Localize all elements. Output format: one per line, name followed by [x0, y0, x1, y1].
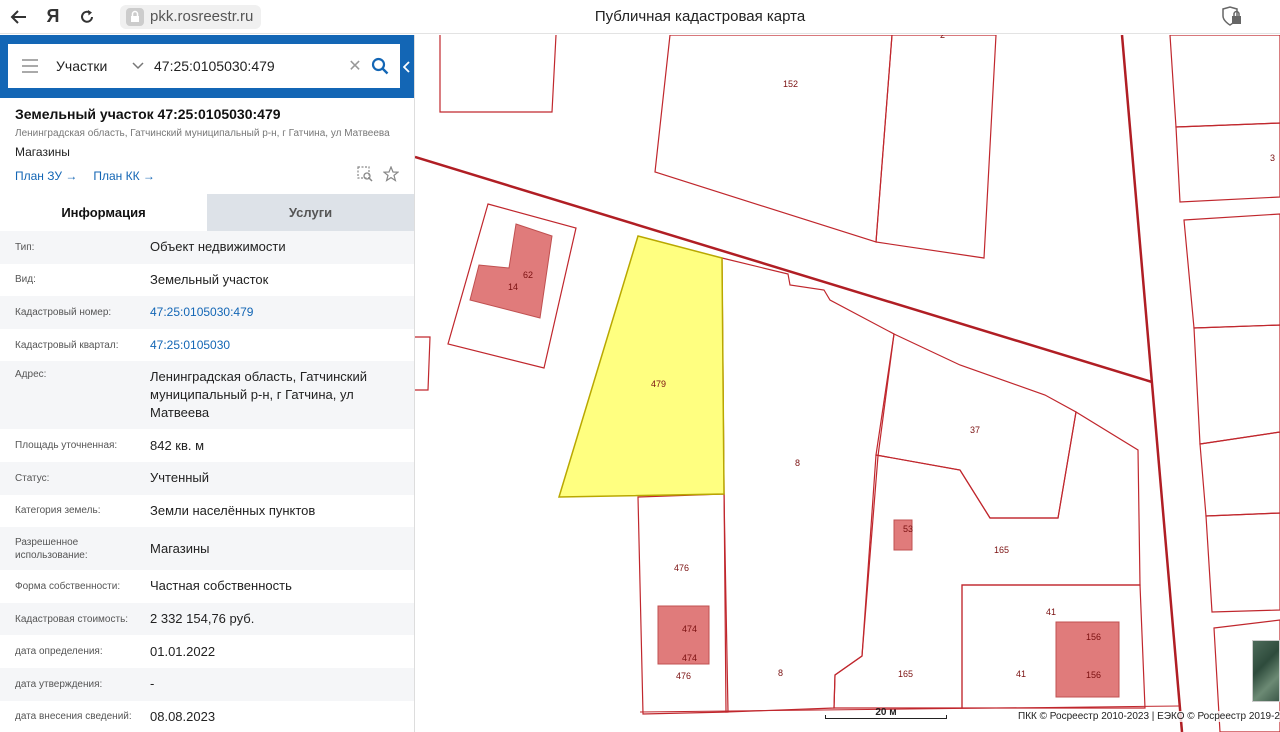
info-row: Вид: Земельный участок: [0, 264, 414, 297]
info-value: Земельный участок: [150, 271, 269, 287]
object-address: Ленинградская область, Гатчинский муници…: [15, 128, 390, 139]
back-arrow-icon[interactable]: [2, 0, 36, 34]
info-row: дата определения: 01.01.2022: [0, 635, 414, 668]
parcel-label: 62: [523, 270, 533, 280]
info-value: Учтенный: [150, 470, 210, 486]
menu-icon[interactable]: [22, 59, 38, 73]
info-key: Адрес:: [15, 369, 47, 381]
parcel-label: 2: [940, 35, 945, 40]
info-row: Тип: Объект недвижимости: [0, 231, 414, 264]
info-value: Частная собственность: [150, 578, 292, 594]
parcel-label: 156: [1086, 632, 1101, 642]
object-use: Магазины: [15, 145, 70, 159]
info-key: Статус:: [15, 472, 50, 484]
reload-icon[interactable]: [70, 0, 104, 34]
info-key: Тип:: [15, 241, 35, 253]
info-row: Кадастровая стоимость: 2 332 154,76 руб.: [0, 602, 414, 636]
info-key: Кадастровая стоимость:: [15, 613, 129, 625]
browser-toolbar: Я pkk.rosreestr.ru Публичная кадастровая…: [0, 0, 1280, 34]
panel-tabs: Информация Услуги: [0, 194, 414, 231]
info-value: Объект недвижимости: [150, 239, 286, 255]
object-title: Земельный участок 47:25:0105030:479: [15, 106, 281, 122]
clear-icon[interactable]: ✕: [344, 56, 366, 76]
collapse-panel-chevron-icon[interactable]: [400, 35, 414, 98]
info-value: 01.01.2022: [150, 643, 216, 659]
info-row: Кадастровый квартал: 47:25:0105030: [0, 329, 414, 362]
parcel-label: 3: [1270, 153, 1275, 163]
info-key: Вид:: [15, 274, 36, 286]
info-row: Кадастровый номер: 47:25:0105030:479: [0, 296, 414, 329]
search-type-select[interactable]: Участки: [56, 58, 132, 74]
satellite-layer-thumbnail[interactable]: [1252, 640, 1280, 702]
info-value: Магазины: [150, 540, 210, 556]
parcel-label: 152: [783, 79, 798, 89]
search-box: Участки ✕: [8, 44, 405, 88]
yandex-logo-icon[interactable]: Я: [36, 0, 70, 34]
info-key: Форма собственности:: [15, 580, 121, 592]
parcel-label: 476: [676, 671, 691, 681]
lock-icon: [126, 7, 144, 26]
parcel-label: 156: [1086, 670, 1101, 680]
info-table: Тип: Объект недвижимости Вид: Земельный уч…: [0, 231, 414, 732]
parcel-label: 8: [795, 458, 800, 468]
search-input[interactable]: [154, 58, 344, 74]
parcel-label: 165: [898, 669, 913, 679]
info-row: Категория земель: Земли населённых пункто…: [0, 495, 414, 528]
info-value: Земли населённых пунктов: [150, 502, 316, 518]
search-icon[interactable]: [366, 52, 394, 80]
building-62[interactable]: [469, 223, 553, 319]
info-key: Кадастровый номер:: [15, 306, 112, 318]
tab-information[interactable]: Информация: [0, 194, 207, 231]
object-header: Земельный участок 47:25:0105030:479 Лени…: [0, 98, 414, 185]
parcel-label: 41: [1046, 607, 1056, 617]
protect-shield-icon[interactable]: [1220, 6, 1244, 28]
url-text: pkk.rosreestr.ru: [150, 8, 254, 25]
parcel-label: 476: [674, 563, 689, 573]
zoom-to-object-icon[interactable]: [357, 165, 373, 187]
info-key: Категория земель:: [15, 505, 101, 517]
info-row: дата утверждения: -: [0, 667, 414, 701]
star-icon[interactable]: [382, 164, 400, 187]
parcel-label: 474: [682, 624, 697, 634]
cadastral-quarter-link[interactable]: 47:25:0105030: [150, 336, 399, 354]
info-value: 08.08.2023: [150, 708, 216, 724]
plan-kk-link[interactable]: План КК →: [93, 169, 155, 183]
scale-bar: [825, 715, 947, 719]
info-key: дата утверждения:: [15, 678, 103, 690]
parcel-label: 14: [508, 282, 518, 292]
parcel-label: 479: [651, 379, 666, 389]
info-row: Форма собственности: Частная собственност…: [0, 570, 414, 603]
address-bar[interactable]: pkk.rosreestr.ru: [120, 4, 262, 29]
info-key: Площадь уточненная:: [15, 440, 118, 452]
tab-services[interactable]: Услуги: [207, 194, 414, 231]
plan-zu-link[interactable]: План ЗУ →: [15, 169, 77, 183]
selected-parcel-479[interactable]: [557, 235, 725, 498]
info-value: 842 кв. м: [150, 437, 205, 453]
info-value: -: [150, 676, 155, 692]
info-row: Разрешенное использование: Магазины: [0, 527, 414, 571]
info-key: дата внесения сведений:: [15, 711, 132, 723]
info-key: Кадастровый квартал:: [15, 339, 119, 351]
cadastral-number-link[interactable]: 47:25:0105030:479: [150, 303, 399, 321]
info-value: 2 332 154,76 руб.: [150, 611, 255, 627]
parcel-label: 165: [994, 545, 1009, 555]
chevron-down-icon[interactable]: [132, 59, 154, 73]
info-value: Ленинградская область, Гатчинский муници…: [150, 369, 368, 421]
map-copyright: ПКК © Росреестр 2010-2023 | ЕЭКО © Росре…: [1014, 711, 1280, 722]
info-panel: Участки ✕ Земельный участок 47:25:010503…: [0, 35, 415, 732]
info-row: Статус: Учтенный: [0, 461, 414, 495]
info-row: Адрес: Ленинградская область, Гатчинский …: [0, 361, 414, 430]
parcel-label: 37: [970, 425, 980, 435]
search-header: Участки ✕: [0, 35, 414, 98]
info-key: Разрешенное использование:: [15, 536, 88, 561]
parcel-label: 474: [682, 653, 697, 663]
parcel-label: 41: [1016, 669, 1026, 679]
object-links: План ЗУ → План КК →: [15, 164, 400, 187]
parcel-label: 8: [778, 668, 783, 678]
info-key: дата определения:: [15, 646, 103, 658]
info-row: дата внесения сведений: 08.08.2023: [0, 701, 414, 732]
cadastral-map[interactable]: 152 2 3 62 14 479 37 8 8 476 476 474 474…: [415, 35, 1280, 732]
parcel-label: 53: [903, 524, 913, 534]
info-row: Площадь уточненная: 842 кв. м: [0, 429, 414, 462]
